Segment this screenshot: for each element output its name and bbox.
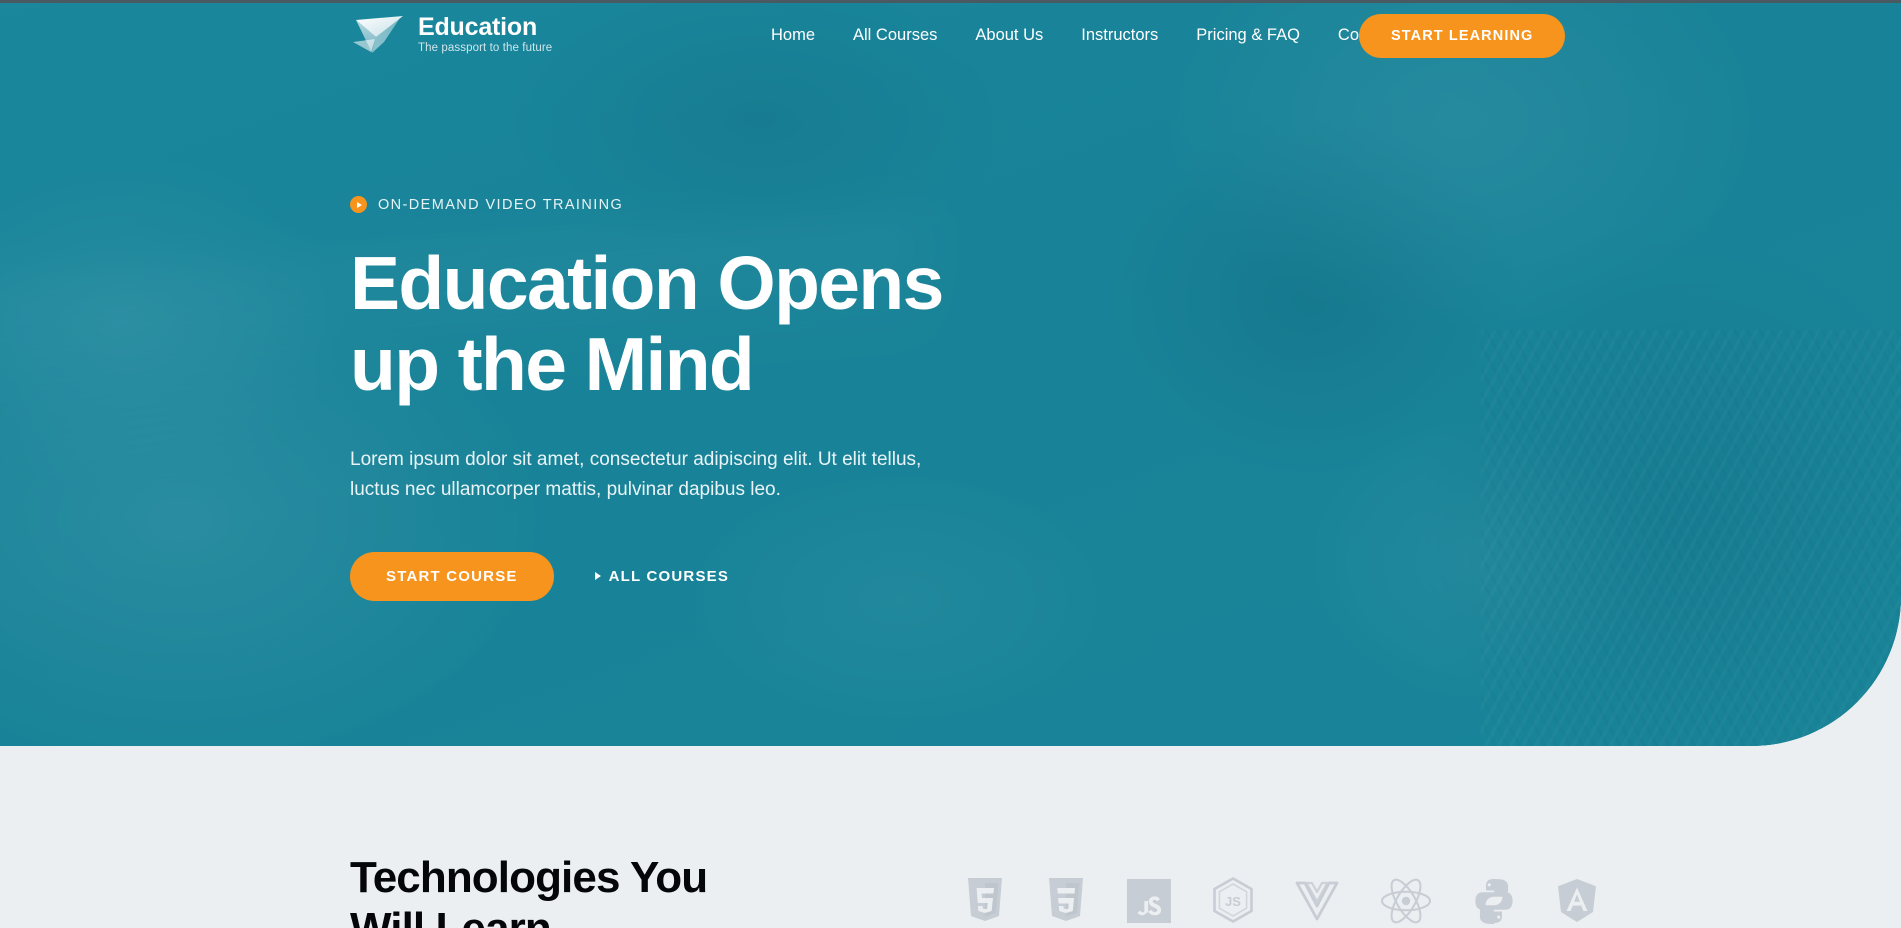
- nav-item-about-us[interactable]: About Us: [956, 24, 1062, 46]
- hero-content: ON-DEMAND VIDEO TRAINING Education Opens…: [350, 196, 1250, 601]
- technologies-section: Technologies You Will Learn: [0, 746, 1901, 928]
- hero-paragraph-line-2: luctus nec ullamcorper mattis, pulvinar …: [350, 478, 781, 500]
- technologies-title-line-2: Will Learn: [350, 903, 707, 928]
- caret-right-icon: [594, 572, 601, 581]
- hero-paragraph-line-1: Lorem ipsum dolor sit amet, consectetur …: [350, 449, 922, 470]
- react-icon: [1381, 878, 1431, 923]
- brand-tagline: The passport to the future: [418, 42, 553, 55]
- hero-eyebrow-label: ON-DEMAND VIDEO TRAINING: [378, 196, 624, 213]
- page-root: Education The passport to the future Hom…: [0, 0, 1901, 928]
- technology-icon-row: JS: [965, 877, 1598, 924]
- javascript-icon: [1127, 878, 1171, 923]
- site-header: Education The passport to the future Hom…: [0, 0, 1901, 72]
- start-course-button[interactable]: START COURSE: [350, 551, 554, 601]
- start-learning-button[interactable]: START LEARNING: [1359, 14, 1566, 58]
- nav-item-home[interactable]: Home: [752, 24, 834, 46]
- nav-item-instructors[interactable]: Instructors: [1062, 24, 1177, 46]
- hero-actions: START COURSE ALL COURSES: [350, 551, 1250, 601]
- angular-icon: [1558, 878, 1596, 922]
- python-icon: [1475, 878, 1513, 924]
- hero-title: Education Opens up the Mind: [350, 243, 1250, 405]
- browser-top-edge: [0, 0, 1901, 3]
- technologies-title-line-1: Technologies You: [350, 853, 708, 902]
- all-courses-link[interactable]: ALL COURSES: [594, 567, 730, 585]
- paper-plane-logo-icon: [353, 16, 403, 53]
- nodejs-icon: JS: [1213, 877, 1253, 923]
- vuejs-icon: [1295, 881, 1339, 920]
- svg-text:JS: JS: [1225, 894, 1241, 909]
- nav-item-pricing-faq[interactable]: Pricing & FAQ: [1177, 24, 1319, 46]
- hero-eyebrow: ON-DEMAND VIDEO TRAINING: [350, 196, 1250, 213]
- html5-icon: [968, 877, 1002, 921]
- nav-item-all-courses[interactable]: All Courses: [834, 24, 956, 46]
- play-circle-icon: [350, 196, 367, 213]
- hero-title-line-2: up the Mind: [350, 322, 755, 406]
- technologies-title: Technologies You Will Learn: [350, 852, 708, 928]
- brand-text-block: Education The passport to the future: [418, 12, 553, 55]
- hero-title-line-1: Education Opens: [350, 241, 944, 325]
- main-navigation: Home All Courses About Us Instructors Pr…: [752, 24, 1414, 46]
- brand-name: Education: [418, 12, 538, 41]
- css3-icon: [1049, 877, 1083, 921]
- all-courses-link-label: ALL COURSES: [608, 567, 730, 585]
- brand-logo-link[interactable]: Education The passport to the future: [349, 12, 552, 56]
- hero-paragraph: Lorem ipsum dolor sit amet, consectetur …: [350, 445, 970, 505]
